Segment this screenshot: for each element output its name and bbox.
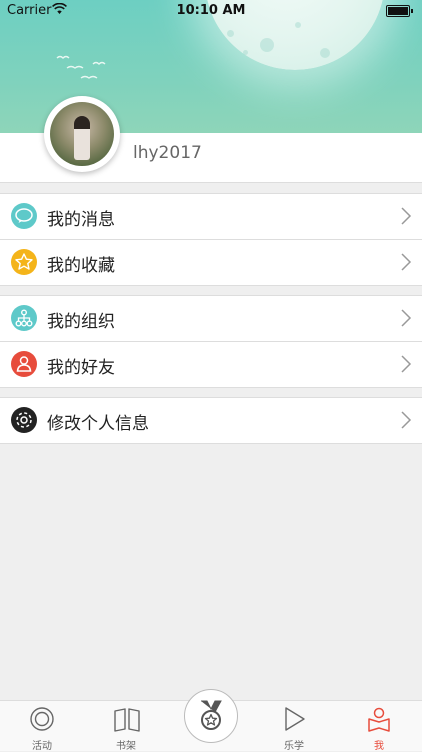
tab-bookshelf[interactable]: 书架	[96, 701, 156, 752]
tab-medal-center-button[interactable]	[184, 689, 238, 743]
avatar-photo	[50, 102, 114, 166]
tab-activity[interactable]: 活动	[12, 701, 72, 752]
book-icon	[114, 708, 140, 732]
menu-group-social: 我的组织 我的好友	[0, 295, 422, 388]
gear-icon	[11, 407, 37, 433]
tab-me[interactable]: 我	[349, 701, 409, 752]
avatar[interactable]	[44, 96, 120, 172]
tab-learn[interactable]: 乐学	[264, 701, 324, 752]
menu-group-messages: 我的消息 我的收藏	[0, 193, 422, 286]
organization-icon	[11, 305, 37, 331]
menu-item-my-friends[interactable]: 我的好友	[0, 341, 422, 387]
battery-icon	[386, 5, 413, 17]
birds-decoration	[56, 55, 106, 79]
menu-item-edit-profile[interactable]: 修改个人信息	[0, 398, 422, 443]
chevron-right-icon	[401, 355, 412, 373]
menu-item-label: 修改个人信息	[47, 414, 149, 434]
menu-item-my-favorites[interactable]: 我的收藏	[0, 239, 422, 285]
clock: 10:10 AM	[176, 3, 246, 18]
username: lhy2017	[133, 143, 202, 163]
profile-icon	[368, 707, 390, 732]
activity-icon	[30, 707, 54, 731]
chevron-right-icon	[401, 411, 412, 429]
play-icon	[285, 707, 305, 731]
status-bar: Carrier 10:10 AM	[0, 0, 422, 22]
menu-group-settings: 修改个人信息	[0, 397, 422, 444]
chevron-right-icon	[401, 253, 412, 271]
menu-item-my-organization[interactable]: 我的组织	[0, 296, 422, 341]
menu-item-label: 我的消息	[47, 210, 115, 230]
chevron-right-icon	[401, 207, 412, 225]
chevron-right-icon	[401, 309, 412, 327]
menu-item-label: 我的收藏	[47, 256, 115, 276]
friend-icon	[11, 351, 37, 377]
medal-icon	[201, 700, 222, 730]
menu-item-label: 我的组织	[47, 312, 115, 332]
message-bubble-icon	[11, 203, 37, 229]
star-icon	[11, 249, 37, 275]
menu-item-label: 我的好友	[47, 358, 115, 378]
menu-item-my-messages[interactable]: 我的消息	[0, 194, 422, 239]
